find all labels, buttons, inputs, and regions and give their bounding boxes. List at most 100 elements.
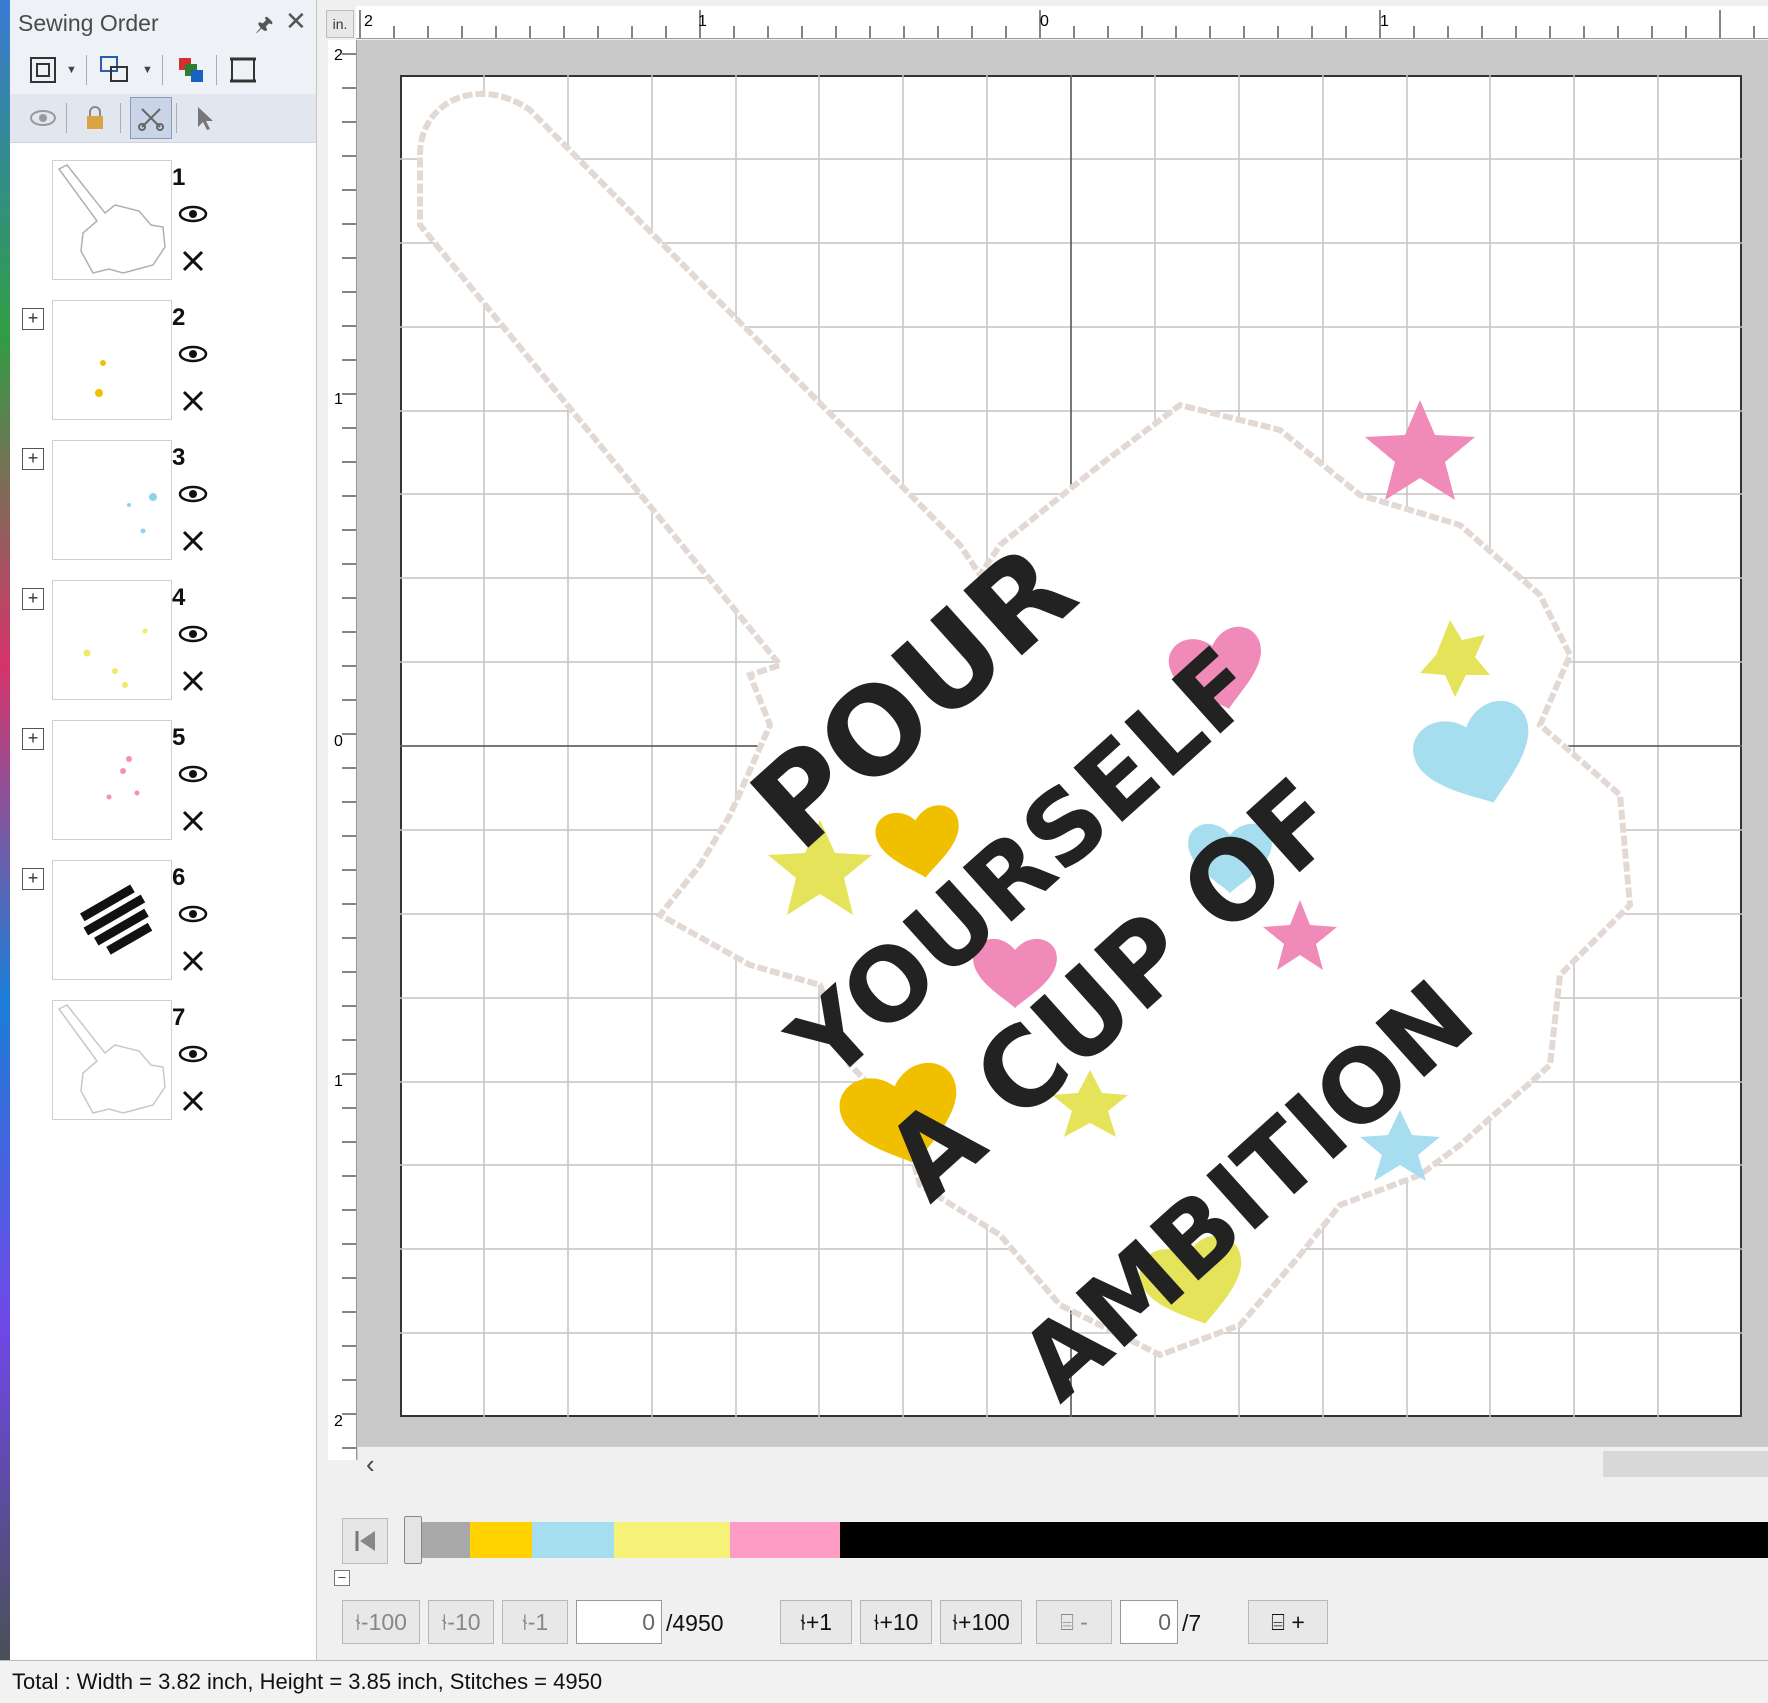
ruler-label: 0 xyxy=(1040,13,1049,30)
scissors-icon[interactable] xyxy=(180,668,206,699)
scroll-left-arrow-icon[interactable]: ‹ xyxy=(366,1449,375,1480)
stitch-current-input[interactable]: 0 xyxy=(576,1600,662,1644)
status-bar: Total : Width = 3.82 inch, Height = 3.85… xyxy=(0,1660,1768,1703)
hoop-frame-icon: ⌸ xyxy=(1060,1608,1074,1635)
stitch-forward-1-button[interactable]: ⫮ +1 xyxy=(780,1600,852,1644)
stitch-forward-100-button[interactable]: ⫮ +100 xyxy=(940,1600,1022,1644)
thread-color-segment[interactable] xyxy=(532,1522,614,1558)
scissors-icon[interactable] xyxy=(130,97,172,139)
color-sort-icon[interactable] xyxy=(172,51,210,89)
grouping-icon[interactable] xyxy=(96,51,134,89)
frame-forward-button[interactable]: ⌸ + xyxy=(1248,1600,1328,1644)
item-number: 7 xyxy=(172,1004,186,1031)
scissors-icon[interactable] xyxy=(180,388,206,419)
ruler-label: 2 xyxy=(334,47,343,64)
scissors-icon[interactable] xyxy=(180,528,206,559)
toolbar-separator xyxy=(120,103,121,133)
toolbar-separator xyxy=(86,55,87,85)
ruler-label: 2 xyxy=(364,13,373,30)
thread-color-segment[interactable] xyxy=(840,1522,1768,1558)
item-number: 6 xyxy=(172,864,186,891)
eye-icon[interactable] xyxy=(178,1044,208,1069)
panel-toolbar-bottom xyxy=(10,94,316,143)
chevron-down-icon[interactable]: ▼ xyxy=(66,64,77,76)
vertical-ruler: 2 1 0 1 2 xyxy=(328,40,357,1460)
visibility-eye-icon[interactable] xyxy=(24,99,62,137)
stitch-back-1-button[interactable]: ⫮ -1 xyxy=(502,1600,568,1644)
thread-color-segment[interactable] xyxy=(470,1522,532,1558)
eye-icon[interactable] xyxy=(178,764,208,789)
stitch-slider-handle[interactable] xyxy=(404,1516,422,1564)
toolbar-separator xyxy=(66,103,67,133)
go-first-stitch-button[interactable] xyxy=(342,1518,388,1564)
stitch-color-bar-area: – xyxy=(330,1490,1768,1590)
scissors-icon[interactable] xyxy=(180,948,206,979)
expand-icon[interactable]: + xyxy=(22,868,44,890)
eye-icon[interactable] xyxy=(178,624,208,649)
ruler-label: 1 xyxy=(334,391,343,408)
panel-toolbar-top: ▼ ▼ xyxy=(10,46,316,94)
eye-icon[interactable] xyxy=(178,484,208,509)
item-thumbnail[interactable] xyxy=(52,720,172,840)
ruler-label: 1 xyxy=(1380,13,1389,30)
panel-title: Sewing Order xyxy=(18,10,159,36)
stitch-total-label: /4950 xyxy=(666,1610,724,1636)
sewing-item-6[interactable]: + 6 xyxy=(10,858,316,998)
sewing-item-7[interactable]: 7 xyxy=(10,998,316,1138)
thread-color-segment[interactable] xyxy=(614,1522,730,1558)
item-thumbnail[interactable] xyxy=(52,860,172,980)
pin-icon[interactable]: 🖈 xyxy=(255,10,274,44)
expand-icon[interactable]: + xyxy=(22,588,44,610)
frame-current-input[interactable]: 0 xyxy=(1120,1600,1178,1644)
scissors-icon[interactable] xyxy=(180,808,206,839)
item-thumbnail[interactable] xyxy=(52,1000,172,1120)
item-number: 5 xyxy=(172,724,186,751)
frame-total-label: /7 xyxy=(1182,1610,1202,1636)
toolbar-separator xyxy=(162,55,163,85)
expand-icon[interactable]: + xyxy=(22,308,44,330)
sewing-item-4[interactable]: + 4 xyxy=(10,578,316,718)
eye-icon[interactable] xyxy=(178,344,208,369)
thread-color-bar[interactable] xyxy=(410,1522,1768,1558)
item-number: 2 xyxy=(172,304,186,331)
stitch-back-10-button[interactable]: ⫮ -10 xyxy=(428,1600,494,1644)
ruler-label: 1 xyxy=(334,1073,343,1090)
chevron-down-icon[interactable]: ▼ xyxy=(142,64,153,76)
ruler-label: 2 xyxy=(334,1413,343,1430)
horizontal-ruler: 2 1 0 1 xyxy=(356,6,1768,39)
thread-color-segment[interactable] xyxy=(730,1522,840,1558)
fit-view-icon[interactable] xyxy=(24,51,62,89)
ruler-unit-corner: in. xyxy=(326,10,354,38)
eye-icon[interactable] xyxy=(178,204,208,229)
expand-icon[interactable]: + xyxy=(22,728,44,750)
lock-icon[interactable] xyxy=(76,99,114,137)
panel-header: Sewing Order 🖈 ✕ xyxy=(10,0,316,47)
select-pointer-icon[interactable] xyxy=(186,99,224,137)
stitch-navigation-toolbar: ⫮ -100 ⫮ -10 ⫮ -1 0 /4950 ⫮ +1 ⫮ +10 ⫮ +100 ⌸ … xyxy=(330,1596,1768,1654)
item-thumbnail[interactable] xyxy=(52,300,172,420)
scissors-icon[interactable] xyxy=(180,248,206,279)
scroll-thumb[interactable] xyxy=(1603,1451,1768,1477)
stitch-back-100-button[interactable]: ⫮ -100 xyxy=(342,1600,420,1644)
frame-back-button[interactable]: ⌸ - xyxy=(1036,1600,1112,1644)
item-thumbnail[interactable] xyxy=(52,440,172,560)
expand-icon[interactable]: + xyxy=(22,448,44,470)
sewing-item-3[interactable]: + 3 xyxy=(10,438,316,578)
scissors-icon[interactable] xyxy=(180,1088,206,1119)
item-number: 4 xyxy=(172,584,186,611)
embroidery-design[interactable]: POUR YOURSELF A CUP OF AMBITION xyxy=(400,75,1742,1417)
item-number: 1 xyxy=(172,164,186,191)
item-thumbnail[interactable] xyxy=(52,580,172,700)
item-thumbnail[interactable] xyxy=(52,160,172,280)
sewing-item-5[interactable]: + 5 xyxy=(10,718,316,858)
stitch-forward-10-button[interactable]: ⫮ +10 xyxy=(860,1600,932,1644)
sewing-item-1[interactable]: 1 xyxy=(10,158,316,298)
eye-icon[interactable] xyxy=(178,904,208,929)
close-icon[interactable]: ✕ xyxy=(285,6,307,37)
collapse-icon[interactable]: – xyxy=(334,1570,350,1586)
sewing-item-2[interactable]: + 2 xyxy=(10,298,316,438)
sewing-order-panel: Sewing Order 🖈 ✕ ▼ ▼ 1 + 2 + 3 + 4 + 5 +… xyxy=(10,0,317,1660)
item-number: 3 xyxy=(172,444,186,471)
horizontal-scrollbar[interactable]: ‹ xyxy=(358,1446,1768,1481)
hoop-frame-icon[interactable] xyxy=(224,51,262,89)
